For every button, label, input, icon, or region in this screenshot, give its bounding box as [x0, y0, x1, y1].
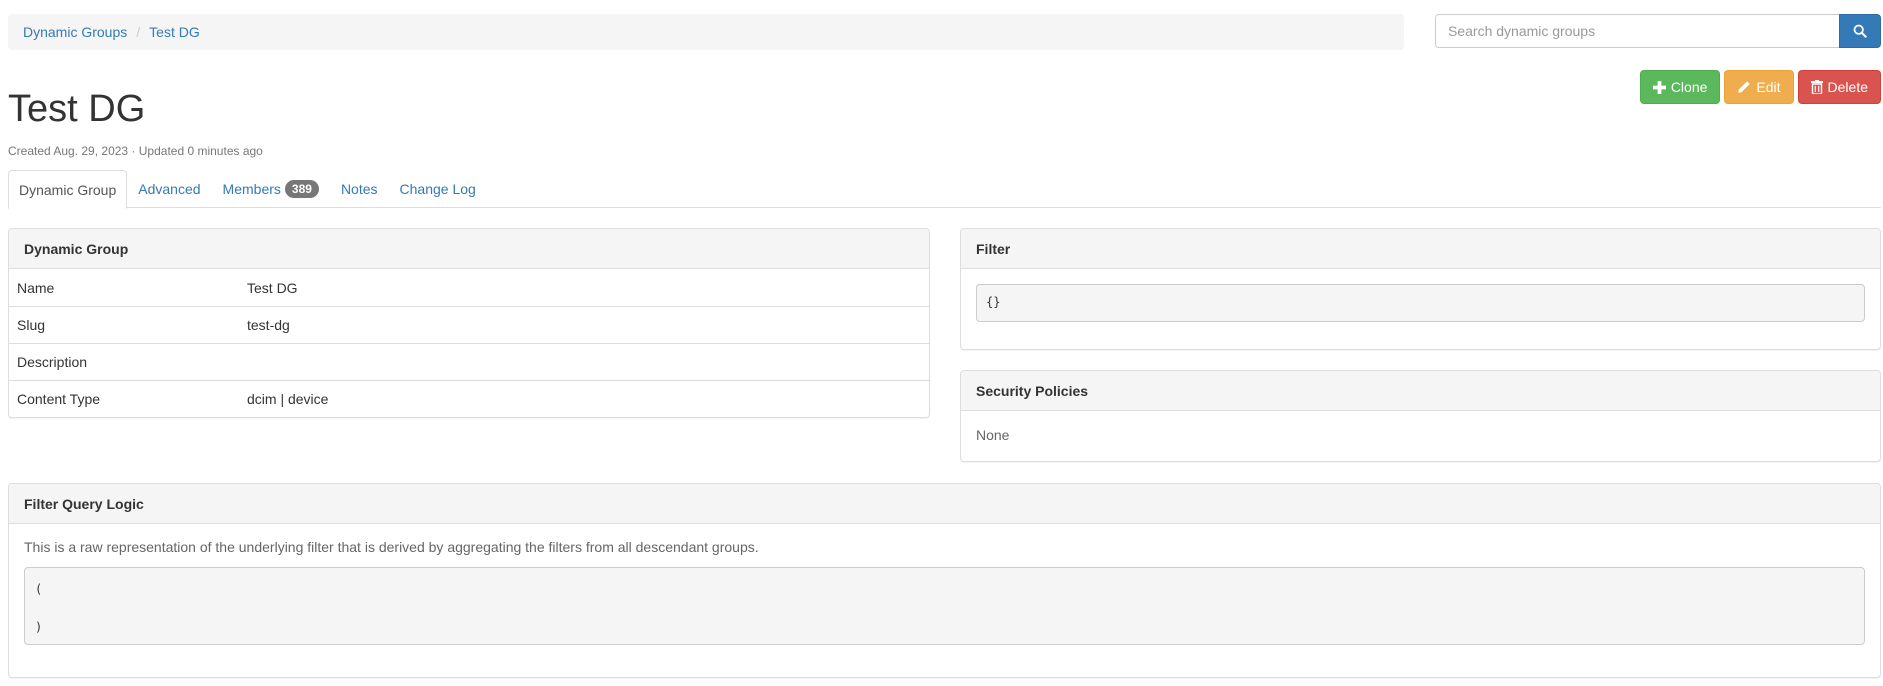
dynamic-group-panel: Dynamic Group Name Test DG Slug test-dg … — [8, 228, 930, 418]
search-icon — [1853, 24, 1867, 38]
edit-button[interactable]: Edit — [1724, 70, 1794, 104]
page-title: Test DG — [8, 88, 146, 130]
filter-query-logic-panel: Filter Query Logic This is a raw represe… — [8, 483, 1881, 678]
row-value: Test DG — [247, 279, 298, 296]
tab-change-log[interactable]: Change Log — [389, 170, 487, 208]
clone-button[interactable]: Clone — [1639, 70, 1721, 104]
breadcrumb: Dynamic Groups / Test DG — [8, 14, 1404, 50]
plus-icon — [1652, 80, 1666, 94]
pencil-icon — [1738, 81, 1751, 93]
tab-label: Notes — [340, 181, 378, 197]
tab-label: Members — [222, 181, 281, 197]
search-form — [1435, 14, 1881, 48]
attributes-table: Name Test DG Slug test-dg Description Co… — [9, 269, 929, 417]
code-close-paren: ) — [35, 620, 43, 634]
table-row: Content Type dcim | device — [9, 380, 929, 417]
code-open-paren: ( — [35, 582, 43, 596]
search-button[interactable] — [1839, 14, 1881, 48]
panel-title: Security Policies — [961, 371, 1880, 411]
panel-body: This is a raw representation of the unde… — [9, 524, 1880, 660]
breadcrumb-test-dg[interactable]: Test DG — [149, 24, 200, 40]
row-key: Slug — [17, 317, 46, 333]
delete-button-label: Delete — [1827, 79, 1868, 95]
clone-button-label: Clone — [1670, 79, 1708, 95]
query-logic-code: () — [24, 567, 1865, 645]
row-key: Content Type — [17, 391, 101, 407]
query-logic-description: This is a raw representation of the unde… — [24, 539, 759, 555]
tab-notes[interactable]: Notes — [330, 170, 389, 208]
panel-title: Filter — [961, 229, 1880, 269]
row-value: test-dg — [247, 317, 290, 333]
search-input[interactable] — [1435, 14, 1839, 48]
row-value: dcim | device — [247, 391, 329, 407]
panel-title: Dynamic Group — [9, 229, 929, 269]
table-row: Name Test DG — [9, 269, 929, 306]
row-key: Description — [17, 354, 88, 370]
filter-code: {} — [976, 284, 1865, 322]
security-policies-value: None — [976, 427, 1010, 443]
panel-title: Filter Query Logic — [9, 484, 1880, 524]
tab-label: Change Log — [399, 181, 476, 197]
delete-button[interactable]: Delete — [1797, 70, 1881, 104]
action-buttons: Clone Edit Delete — [1639, 70, 1881, 104]
members-count-badge: 389 — [284, 180, 319, 198]
tab-label: Dynamic Group — [19, 181, 117, 198]
tab-dynamic-group[interactable]: Dynamic Group — [8, 170, 128, 209]
row-key: Name — [17, 279, 55, 296]
edit-button-label: Edit — [1756, 79, 1781, 95]
table-row: Slug test-dg — [9, 306, 929, 343]
tab-label: Advanced — [138, 181, 201, 197]
breadcrumb-separator: / — [136, 24, 141, 40]
trash-icon — [1810, 80, 1823, 94]
filter-panel: Filter {} — [960, 228, 1881, 350]
breadcrumb-dynamic-groups[interactable]: Dynamic Groups — [23, 24, 127, 40]
tab-bar: Dynamic Group Advanced Members 389 Notes… — [8, 170, 1881, 209]
page-meta: Created Aug. 29, 2023 · Updated 0 minute… — [8, 144, 263, 158]
table-row: Description — [9, 343, 929, 380]
tab-advanced[interactable]: Advanced — [127, 170, 211, 208]
tab-members[interactable]: Members 389 — [212, 170, 330, 208]
security-policies-panel: Security Policies None — [960, 370, 1881, 462]
